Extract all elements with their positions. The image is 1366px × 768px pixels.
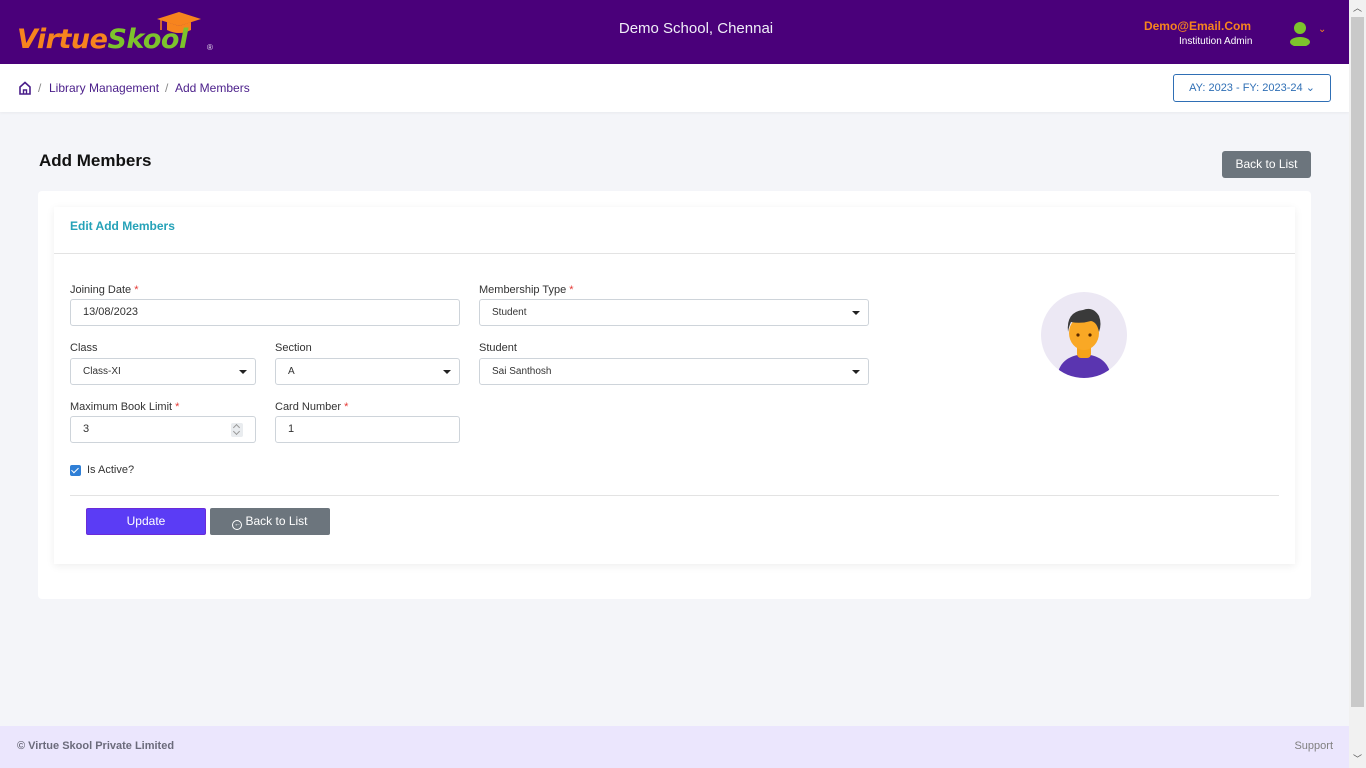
max-book-limit-label: Maximum Book Limit * bbox=[70, 401, 179, 413]
joining-date-input[interactable]: 13/08/2023 bbox=[70, 299, 460, 326]
student-photo-avatar bbox=[1041, 292, 1127, 378]
class-label: Class bbox=[70, 342, 98, 354]
registered-mark: ® bbox=[207, 43, 213, 52]
footer: © Virtue Skool Private Limited Support bbox=[0, 726, 1349, 768]
circle-arrow-left-icon: ← bbox=[232, 520, 243, 530]
max-book-limit-input[interactable]: 3 bbox=[70, 416, 256, 443]
form-title: Edit Add Members bbox=[70, 219, 175, 233]
student-label: Student bbox=[479, 342, 517, 354]
section-label: Section bbox=[275, 342, 312, 354]
caret-down-icon bbox=[852, 370, 860, 374]
user-email[interactable]: Demo@Email.Com bbox=[1144, 19, 1251, 33]
academic-year-dropdown[interactable]: AY: 2023 - FY: 2023-24 ⌄ bbox=[1173, 74, 1331, 102]
back-to-list-label: Back to List bbox=[245, 514, 308, 528]
max-book-limit-label-text: Maximum Book Limit bbox=[70, 401, 173, 413]
membership-type-select[interactable]: Student bbox=[479, 299, 869, 326]
required-mark: * bbox=[569, 284, 574, 296]
class-value: Class-XI bbox=[83, 366, 121, 377]
membership-type-label: Membership Type * bbox=[479, 284, 574, 296]
joining-date-label: Joining Date * bbox=[70, 284, 139, 296]
membership-type-value: Student bbox=[492, 307, 527, 318]
user-avatar-icon[interactable] bbox=[1289, 22, 1311, 46]
required-mark: * bbox=[134, 284, 139, 296]
form-header: Edit Add Members bbox=[54, 207, 1295, 254]
breadcrumb-add-members[interactable]: Add Members bbox=[175, 81, 250, 95]
edit-members-form: Edit Add Members Joining Date * 13/08/20… bbox=[54, 207, 1295, 564]
card-number-label-text: Card Number bbox=[275, 401, 342, 413]
caret-down-icon bbox=[443, 370, 451, 374]
scroll-down-arrow-icon[interactable]: ﹀ bbox=[1349, 751, 1366, 768]
page-title: Add Members bbox=[39, 151, 152, 170]
required-mark: * bbox=[175, 401, 180, 413]
breadcrumb-library-management[interactable]: Library Management bbox=[49, 81, 159, 95]
student-select[interactable]: Sai Santhosh bbox=[479, 358, 869, 385]
scrollbar-thumb[interactable] bbox=[1351, 17, 1364, 707]
user-menu-chevron-icon[interactable]: ⌄ bbox=[1318, 24, 1326, 35]
section-select[interactable]: A bbox=[275, 358, 460, 385]
card-number-label: Card Number * bbox=[275, 401, 348, 413]
vertical-scrollbar[interactable]: ︿ ﹀ bbox=[1349, 0, 1366, 768]
breadcrumb-separator: / bbox=[165, 81, 169, 95]
back-to-list-button-top[interactable]: Back to List bbox=[1222, 151, 1311, 178]
caret-down-icon bbox=[239, 370, 247, 374]
max-book-limit-value: 3 bbox=[83, 423, 90, 435]
joining-date-label-text: Joining Date bbox=[70, 284, 132, 296]
class-select[interactable]: Class-XI bbox=[70, 358, 256, 385]
form-divider bbox=[70, 495, 1279, 496]
number-spinner[interactable] bbox=[231, 423, 243, 437]
membership-type-label-text: Membership Type bbox=[479, 284, 567, 296]
update-button[interactable]: Update bbox=[86, 508, 206, 535]
user-role: Institution Admin bbox=[1179, 36, 1253, 47]
card-number-input[interactable]: 1 bbox=[275, 416, 460, 443]
is-active-checkbox[interactable] bbox=[70, 465, 81, 476]
caret-down-icon bbox=[852, 311, 860, 315]
top-navbar: VirtueSkool ® Demo School, Chennai Demo@… bbox=[0, 0, 1349, 64]
scroll-up-arrow-icon[interactable]: ︿ bbox=[1349, 0, 1366, 17]
footer-copyright: © Virtue Skool Private Limited bbox=[17, 740, 175, 752]
home-icon[interactable] bbox=[18, 81, 32, 95]
main-card: Edit Add Members Joining Date * 13/08/20… bbox=[38, 191, 1311, 599]
footer-support-link[interactable]: Support bbox=[1294, 740, 1333, 752]
back-to-list-button[interactable]: ← Back to List bbox=[210, 508, 330, 535]
required-mark: * bbox=[344, 401, 349, 413]
section-value: A bbox=[288, 366, 295, 377]
breadcrumb-separator: / bbox=[38, 81, 42, 95]
student-value: Sai Santhosh bbox=[492, 366, 552, 377]
is-active-label: Is Active? bbox=[87, 464, 135, 476]
breadcrumb: / Library Management / Add Members AY: 2… bbox=[0, 64, 1349, 112]
